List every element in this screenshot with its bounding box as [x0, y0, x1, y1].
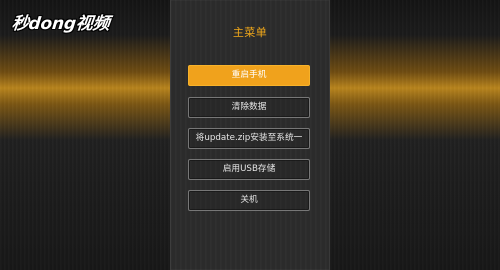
- reboot-phone-button[interactable]: 重启手机: [188, 65, 310, 86]
- left-glow-background: [0, 0, 170, 270]
- menu-title: 主菜单: [232, 26, 268, 39]
- install-update-zip-button[interactable]: 将update.zip安装至系统一: [188, 128, 310, 149]
- panel-right-edge: [329, 0, 330, 270]
- clear-data-button[interactable]: 清除数据: [188, 97, 310, 118]
- recovery-screen: 主菜单 重启手机 清除数据 将update.zip安装至系统一 启用USB存储 …: [0, 0, 500, 270]
- right-glow-background: [330, 0, 500, 270]
- panel-left-edge: [170, 0, 171, 270]
- watermark-logo: 秒dong视频: [10, 14, 111, 34]
- enable-usb-storage-button[interactable]: 启用USB存储: [188, 159, 310, 180]
- power-off-button[interactable]: 关机: [188, 190, 310, 211]
